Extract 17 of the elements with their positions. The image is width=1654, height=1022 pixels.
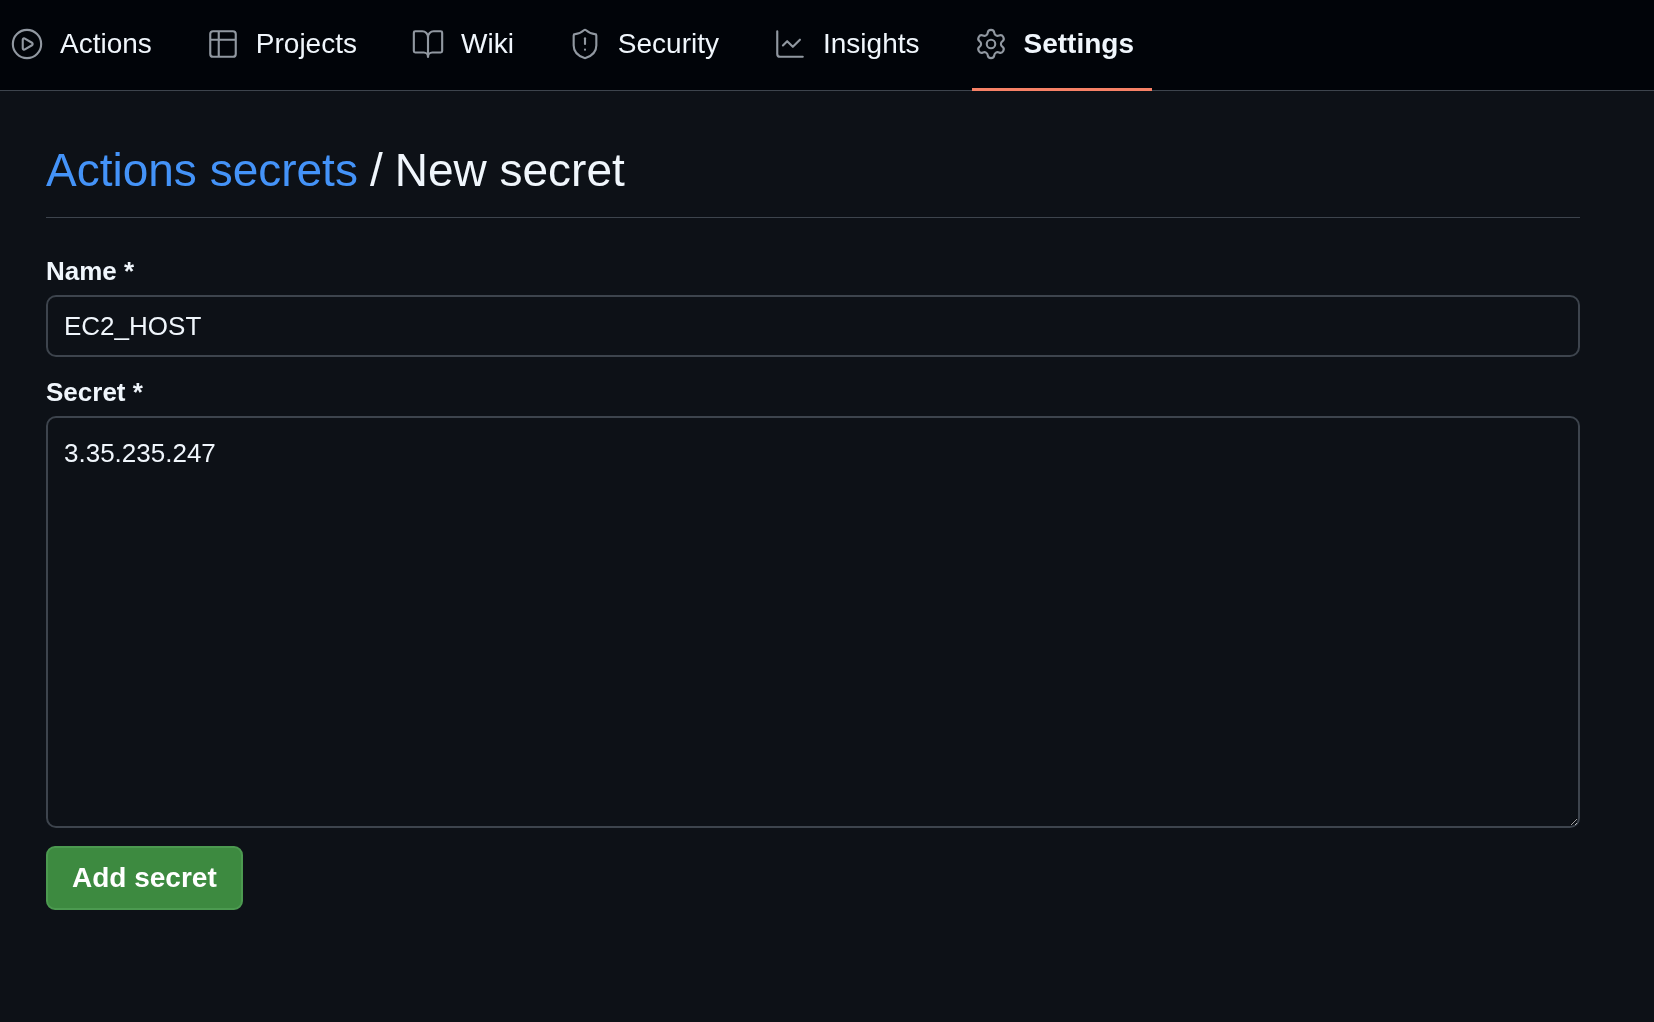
field-label: Secret * bbox=[46, 377, 144, 408]
name-input[interactable]: EC2_HOST bbox=[46, 295, 1580, 357]
nav-tab[interactable]: Wiki bbox=[409, 0, 532, 91]
breadcrumb-separator: / bbox=[369, 143, 383, 197]
nav-tab[interactable]: Projects bbox=[203, 0, 375, 91]
field-label: Name * bbox=[46, 256, 136, 287]
page-title: New secret bbox=[394, 143, 625, 197]
book-icon bbox=[411, 27, 445, 61]
graph-icon bbox=[773, 27, 807, 61]
nav-tab[interactable]: Security bbox=[565, 0, 737, 91]
add-secret-button[interactable]: Add secret bbox=[46, 846, 243, 910]
breadcrumb-link[interactable]: Actions secrets bbox=[46, 143, 358, 197]
nav-tab[interactable]: Settings bbox=[971, 0, 1152, 91]
secret-textarea[interactable]: 3.35.235.247 bbox=[46, 416, 1580, 828]
play-icon bbox=[10, 27, 44, 61]
nav-tab[interactable]: Actions bbox=[10, 0, 170, 91]
nav-tab[interactable]: Insights bbox=[771, 0, 938, 91]
